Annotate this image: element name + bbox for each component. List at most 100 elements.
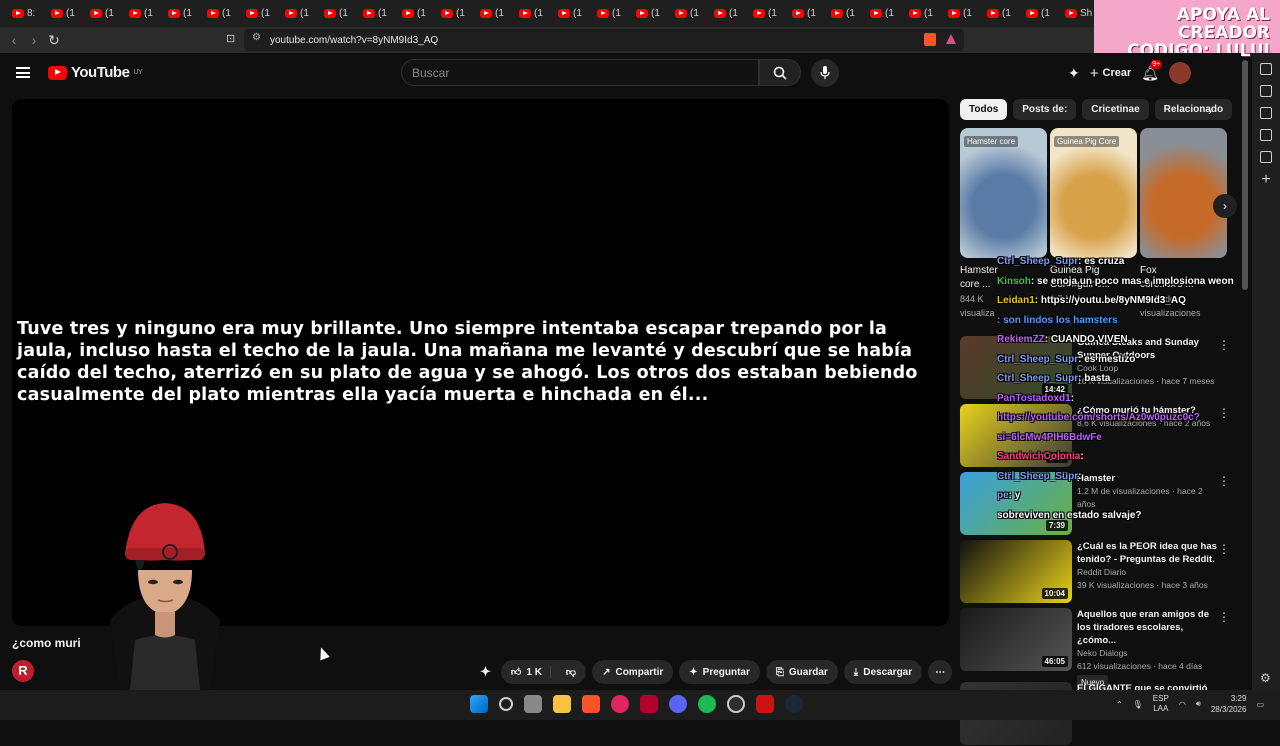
chips-next-icon[interactable]: › <box>1208 104 1212 118</box>
channel-avatar[interactable]: R <box>12 660 34 682</box>
sidebar-add-icon[interactable]: + <box>1252 171 1280 189</box>
gemini-icon[interactable]: ✦ <box>1068 65 1080 82</box>
browser-tab[interactable]: (1 <box>474 3 513 25</box>
save-button[interactable]: ⎘ Guardar <box>765 660 838 684</box>
chevron-up-icon[interactable]: ⌃ <box>1116 700 1123 709</box>
video-item-title[interactable]: Aquellos que eran amigos de los tiradore… <box>1077 608 1217 647</box>
browser-tab[interactable]: (1 <box>942 3 981 25</box>
browser-tab[interactable]: (1 <box>825 3 864 25</box>
browser-tab[interactable]: (1 <box>279 3 318 25</box>
short-thumbnail[interactable] <box>1140 128 1227 258</box>
adobe-icon[interactable] <box>640 695 658 713</box>
browser-tab[interactable]: (1 <box>552 3 591 25</box>
browser-tab[interactable]: (1 <box>786 3 825 25</box>
media-player-icon[interactable] <box>611 695 629 713</box>
address-bar[interactable]: ⊡ ⚙ youtube.com/watch?v=8yNM9Id3_AQ <box>226 29 964 51</box>
browser-tab[interactable]: (1 <box>435 3 474 25</box>
browser-tab[interactable]: (1 <box>84 3 123 25</box>
video-thumbnail[interactable]: 46:05 <box>960 608 1072 671</box>
browser-tab[interactable]: (1 <box>708 3 747 25</box>
task-view-icon[interactable] <box>524 695 542 713</box>
sidebar-settings-icon[interactable]: ⚙ <box>1260 671 1271 685</box>
browser-tab[interactable]: (1 <box>162 3 201 25</box>
browser-tab[interactable]: (1 <box>201 3 240 25</box>
menu-icon[interactable] <box>16 67 30 78</box>
related-video-item[interactable]: 10:04 ¿Cuál es la PEOR idea que has tenid… <box>960 540 1240 604</box>
browser-tab[interactable]: (1 <box>357 3 396 25</box>
volume-icon[interactable]: 🔊︎ <box>1196 699 1201 709</box>
reload-icon[interactable]: ↻ <box>44 32 64 49</box>
sidebar-leo-icon[interactable] <box>1260 63 1272 75</box>
browser-tab[interactable]: (1 <box>864 3 903 25</box>
more-actions-button[interactable]: ⋯ <box>928 660 953 684</box>
shorts-next-button[interactable]: › <box>1213 194 1237 218</box>
share-button[interactable]: ↗ Compartir <box>592 660 674 684</box>
notification-center-icon[interactable]: ▭ <box>1256 700 1264 709</box>
back-icon[interactable]: ‹ <box>4 32 24 48</box>
obs-icon[interactable] <box>727 695 745 713</box>
steam-icon[interactable] <box>785 695 803 713</box>
brave-browser-icon[interactable] <box>582 695 600 713</box>
like-button[interactable]: 👍︎ 1 K <box>501 666 551 678</box>
sidebar-bookmarks-icon[interactable] <box>1260 129 1272 141</box>
valorant-icon[interactable] <box>756 695 774 713</box>
browser-tab[interactable]: (1 <box>1020 3 1059 25</box>
browser-tab[interactable]: (1 <box>396 3 435 25</box>
short-thumbnail[interactable]: Hamster core <box>960 128 1047 258</box>
filter-chip[interactable]: Todos <box>960 99 1008 120</box>
filter-chip[interactable]: Posts de: <box>1013 99 1077 120</box>
bookmark-icon[interactable]: ⊡ <box>226 32 235 45</box>
browser-tab[interactable]: (1 <box>513 3 552 25</box>
clock[interactable]: 3:29 28/3/2026 <box>1211 693 1247 715</box>
youtube-logo[interactable]: YouTube UY <box>48 64 143 81</box>
dislike-button[interactable]: 👎︎ <box>556 666 586 678</box>
more-options-icon[interactable]: ⋮ <box>1218 542 1230 556</box>
browser-tab[interactable]: (1 <box>981 3 1020 25</box>
account-avatar[interactable] <box>1169 62 1192 84</box>
gemini-icon[interactable]: ✦ <box>480 664 491 680</box>
more-options-icon[interactable]: ⋮ <box>1218 610 1230 624</box>
language-indicator[interactable]: ESP LAA <box>1153 694 1169 714</box>
wifi-icon[interactable]: ◠ <box>1179 700 1186 709</box>
ask-button[interactable]: ✦ Preguntar <box>679 660 760 684</box>
video-channel[interactable]: Reddit Diario <box>1077 566 1217 579</box>
voice-search-button[interactable] <box>811 59 839 87</box>
browser-tab[interactable]: Sh <box>1059 3 1098 25</box>
related-video-item[interactable]: 46:05 Aquellos que eran amigos de los tir… <box>960 608 1240 690</box>
video-item-title[interactable]: ¿Cuál es la PEOR idea que has tenido? - … <box>1077 540 1217 566</box>
discord-icon[interactable] <box>669 695 687 713</box>
rewards-icon[interactable] <box>946 34 956 44</box>
sidebar-reading-icon[interactable] <box>1260 85 1272 97</box>
browser-tab[interactable]: (1 <box>240 3 279 25</box>
mic-tray-icon[interactable]: 🎙︎ <box>1133 700 1143 709</box>
spotify-icon[interactable] <box>698 695 716 713</box>
download-button[interactable]: ⤓ Descargar <box>843 660 923 684</box>
create-button[interactable]: + Crear <box>1090 65 1132 82</box>
site-info-icon[interactable]: ⚙ <box>252 32 261 43</box>
browser-tab[interactable]: (1 <box>591 3 630 25</box>
sidebar-list-icon[interactable] <box>1260 151 1272 163</box>
notifications-button[interactable]: 🔔︎ 9+ <box>1141 59 1163 82</box>
filter-chip[interactable]: Relacionado <box>1154 99 1233 120</box>
browser-tab[interactable]: (1 <box>747 3 786 25</box>
search-button[interactable] <box>759 59 801 86</box>
short-thumbnail[interactable]: Guinea Pig Core <box>1050 128 1137 258</box>
brave-shield-icon[interactable] <box>924 33 936 46</box>
browser-tab[interactable]: (1 <box>903 3 942 25</box>
short-meta[interactable]: Hamster core ... 844 K visualiza <box>960 264 998 320</box>
search-input[interactable]: Buscar <box>401 59 759 86</box>
browser-tab[interactable]: (1 <box>318 3 357 25</box>
video-channel[interactable]: Neko Dialogs <box>1077 647 1217 660</box>
windows-start-icon[interactable] <box>470 695 488 713</box>
browser-tab[interactable]: 8: <box>6 3 45 25</box>
file-explorer-icon[interactable] <box>553 695 571 713</box>
browser-tab[interactable]: (1 <box>45 3 84 25</box>
browser-tab[interactable]: (1 <box>630 3 669 25</box>
browser-tab[interactable]: (1 <box>123 3 162 25</box>
forward-icon[interactable]: › <box>24 32 44 48</box>
filter-chip[interactable]: Cricetinae <box>1082 99 1149 120</box>
video-thumbnail[interactable]: 10:04 <box>960 540 1072 603</box>
page-scrollbar[interactable] <box>1242 60 1248 290</box>
browser-tab[interactable]: (1 <box>669 3 708 25</box>
sidebar-wallet-icon[interactable] <box>1260 107 1272 119</box>
